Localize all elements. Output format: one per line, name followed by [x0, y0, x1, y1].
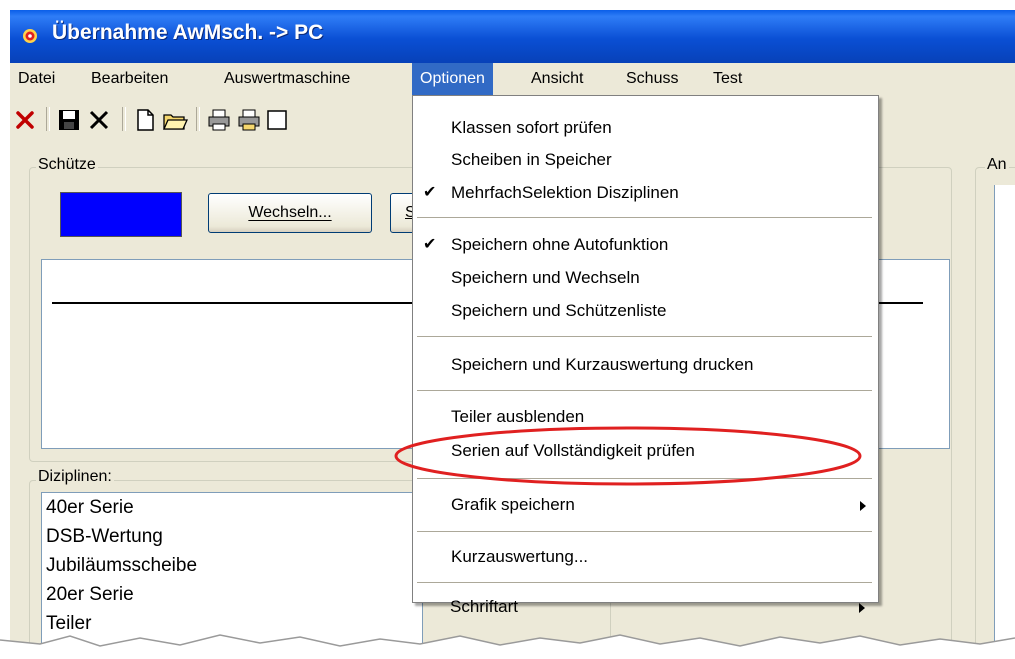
- toolbar-separator: [46, 107, 50, 131]
- menu-schuss[interactable]: Schuss: [618, 63, 686, 95]
- window-title: Übernahme AwMsch. -> PC: [52, 21, 324, 44]
- menu-item-label: Grafik speichern: [451, 495, 575, 514]
- color-swatch[interactable]: [60, 192, 182, 237]
- menu-datei[interactable]: Datei: [10, 63, 63, 95]
- new-document-icon[interactable]: [132, 107, 158, 133]
- partial-toolbar-icon[interactable]: [266, 107, 292, 133]
- annotation-ellipse: [394, 426, 862, 486]
- list-item[interactable]: 20er Serie: [42, 580, 422, 609]
- menu-item-speichern-schuetzenliste[interactable]: Speichern und Schützenliste: [413, 296, 878, 326]
- schuetze-list[interactable]: [41, 259, 453, 449]
- menu-item-label: Speichern ohne Autofunktion: [451, 235, 669, 254]
- menu-item-mehrfachselektion[interactable]: ✔ MehrfachSelektion Disziplinen: [413, 178, 878, 208]
- menu-separator: [417, 390, 872, 391]
- menu-item-speichern-ohne-autofunktion[interactable]: ✔ Speichern ohne Autofunktion: [413, 230, 878, 260]
- menu-test[interactable]: Test: [705, 63, 750, 95]
- menu-bar: Datei Bearbeiten Auswertmaschine Optione…: [10, 63, 1015, 95]
- menu-item-klassen-pruefen[interactable]: Klassen sofort prüfen: [413, 113, 878, 143]
- submenu-arrow-icon: [860, 501, 866, 511]
- open-folder-icon[interactable]: [162, 107, 188, 133]
- right-group-label: An: [985, 156, 1009, 174]
- menu-ansicht[interactable]: Ansicht: [523, 63, 591, 95]
- menu-item-label: Schriftart: [450, 597, 519, 616]
- menu-item-label: Speichern und Schützenliste: [451, 301, 667, 320]
- title-bar: Übernahme AwMsch. -> PC: [10, 10, 1015, 63]
- menu-auswertmaschine[interactable]: Auswertmaschine: [216, 63, 358, 95]
- menu-item-kurzauswertung[interactable]: Kurzauswertung...: [413, 542, 878, 572]
- menu-bearbeiten[interactable]: Bearbeiten: [83, 63, 176, 95]
- list-item[interactable]: 40er Serie: [42, 493, 422, 522]
- wechseln-button[interactable]: Wechseln...: [208, 193, 372, 233]
- print-icon[interactable]: [206, 107, 232, 133]
- menu-item-schriftart[interactable]: Schriftart: [412, 592, 877, 622]
- menu-item-label: Kurzauswertung...: [451, 547, 589, 566]
- checkmark-icon: ✔: [423, 184, 437, 201]
- submenu-arrow-icon: [859, 603, 865, 613]
- list-divider: [52, 302, 452, 304]
- menu-item-label: Klassen sofort prüfen: [451, 118, 612, 137]
- print-preview-icon[interactable]: [236, 107, 262, 133]
- wechseln-button-label: Wechseln...: [248, 204, 332, 221]
- menu-optionen[interactable]: Optionen: [412, 63, 493, 95]
- menu-separator: [417, 336, 872, 337]
- menu-item-label: MehrfachSelektion Disziplinen: [451, 183, 679, 202]
- disziplinen-group-label: Diziplinen:: [36, 468, 114, 486]
- menu-item-label: Speichern und Kurzauswertung drucken: [451, 355, 754, 374]
- menu-item-speichern-kurzauswertung-drucken[interactable]: Speichern und Kurzauswertung drucken: [413, 350, 878, 380]
- close-red-icon[interactable]: [12, 107, 38, 133]
- menu-separator: [417, 531, 872, 532]
- toolbar-separator: [196, 107, 200, 131]
- menu-item-speichern-wechseln[interactable]: Speichern und Wechseln: [413, 263, 878, 293]
- schuetze-group-label: Schütze: [36, 156, 98, 174]
- app-icon: [23, 29, 37, 43]
- menu-item-label: Speichern und Wechseln: [451, 268, 640, 287]
- menu-item-label: Scheiben in Speicher: [451, 150, 612, 169]
- menu-separator: [417, 582, 872, 583]
- delete-icon[interactable]: [86, 107, 112, 133]
- save-icon[interactable]: [56, 107, 82, 133]
- list-item[interactable]: Jubiläumsscheibe: [42, 551, 422, 580]
- menu-separator: [417, 217, 872, 218]
- menu-item-grafik-speichern[interactable]: Grafik speichern: [413, 490, 878, 520]
- checkmark-icon: ✔: [423, 236, 437, 253]
- torn-edge: [0, 634, 1015, 659]
- menu-item-scheiben-speicher[interactable]: Scheiben in Speicher: [413, 145, 878, 175]
- options-dropdown: Klassen sofort prüfen Scheiben in Speich…: [412, 95, 879, 603]
- toolbar-separator: [122, 107, 126, 131]
- right-panel-canvas: [994, 185, 1015, 655]
- list-item[interactable]: DSB-Wertung: [42, 522, 422, 551]
